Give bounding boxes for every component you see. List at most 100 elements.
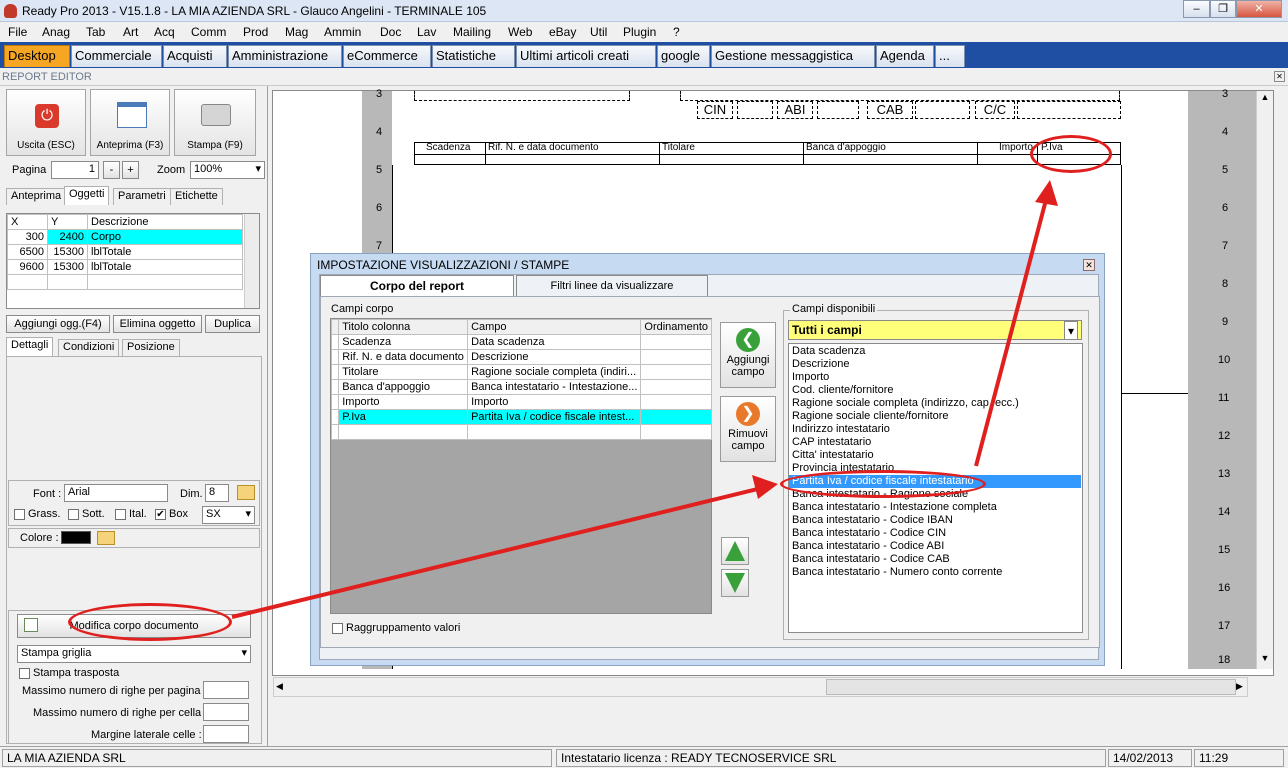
list-item[interactable]: Importo: [792, 371, 829, 384]
list-item[interactable]: Banca intestatario - Intestazione comple…: [792, 501, 997, 514]
menu-doc[interactable]: Doc: [380, 25, 401, 39]
tab-filtri-linee[interactable]: Filtri linee da visualizzare: [516, 275, 708, 297]
tab-acquisti[interactable]: Acquisti: [163, 45, 227, 67]
horizontal-scrollbar[interactable]: ◀ ▶: [273, 677, 1248, 697]
list-item[interactable]: Ragione sociale cliente/fornitore: [792, 410, 949, 423]
tab-condizioni[interactable]: Condizioni: [58, 339, 120, 356]
scroll-thumb[interactable]: [826, 679, 1236, 695]
menu-tab[interactable]: Tab: [86, 25, 105, 39]
tab-amministrazione[interactable]: Amministrazione: [228, 45, 342, 67]
print-button[interactable]: Stampa (F9): [174, 89, 256, 156]
table-row[interactable]: Scadenza Data scadenza: [330, 334, 712, 350]
max-rows-page-input[interactable]: [203, 681, 249, 699]
tab-statistiche[interactable]: Statistiche: [432, 45, 515, 67]
list-item[interactable]: Banca intestatario - Ragione sociale: [792, 488, 968, 501]
table-row[interactable]: 9600 15300 lblTotale: [7, 259, 243, 275]
minimize-icon[interactable]: –: [1183, 0, 1210, 18]
scroll-down-icon[interactable]: ▼: [1258, 653, 1272, 667]
scroll-up-icon[interactable]: ▲: [1258, 92, 1272, 106]
scroll-left-icon[interactable]: ◀: [276, 681, 283, 692]
menu-mag[interactable]: Mag: [285, 25, 308, 39]
tab-anteprima[interactable]: Anteprima: [6, 188, 67, 205]
list-item[interactable]: Cod. cliente/fornitore: [792, 384, 894, 397]
table-row[interactable]: 6500 15300 lblTotale: [7, 244, 243, 260]
bold-checkbox[interactable]: Grass.: [14, 508, 60, 520]
table-row[interactable]: [7, 274, 243, 290]
tab-etichette[interactable]: Etichette: [170, 188, 223, 205]
fields-filter-select[interactable]: Tutti i campi ▾: [788, 320, 1082, 340]
tab-more[interactable]: ...: [935, 45, 965, 67]
menu-comm[interactable]: Comm: [191, 25, 226, 39]
close-icon[interactable]: ✕: [1236, 0, 1282, 18]
box-checkbox[interactable]: ✔ Box: [155, 508, 188, 520]
tab-commerciale[interactable]: Commerciale: [71, 45, 162, 67]
side-margin-input[interactable]: [203, 725, 249, 743]
list-item[interactable]: Ragione sociale completa (indirizzo, cap…: [792, 397, 1019, 410]
add-field-button[interactable]: ❮ Aggiungi campo: [720, 322, 776, 388]
italic-checkbox[interactable]: Ital.: [115, 508, 147, 520]
tab-agenda[interactable]: Agenda: [876, 45, 934, 67]
list-item[interactable]: Provincia intestatario: [792, 462, 894, 475]
tab-google[interactable]: google: [657, 45, 710, 67]
delete-object-button[interactable]: Elimina oggetto: [113, 315, 202, 333]
tab-corpo-report[interactable]: Corpo del report: [320, 275, 514, 297]
menu-help[interactable]: ?: [673, 25, 680, 39]
table-row[interactable]: Banca d'appoggio Banca intestatario - Int…: [330, 379, 712, 395]
transposed-checkbox[interactable]: Stampa trasposta: [19, 667, 119, 679]
move-down-button[interactable]: [721, 569, 749, 597]
table-row[interactable]: [330, 424, 712, 440]
max-rows-cell-input[interactable]: [203, 703, 249, 721]
table-row[interactable]: P.Iva Partita Iva / codice fiscale intest…: [330, 409, 712, 425]
menu-art[interactable]: Art: [123, 25, 138, 39]
preview-button[interactable]: Anteprima (F3): [90, 89, 170, 156]
objects-scrollbar[interactable]: [244, 214, 259, 308]
vertical-scrollbar[interactable]: ▲ ▼: [1256, 91, 1273, 669]
menu-web[interactable]: Web: [508, 25, 532, 39]
page-minus-button[interactable]: -: [103, 161, 120, 179]
font-input[interactable]: Arial: [64, 484, 168, 502]
list-item[interactable]: Banca intestatario - Numero conto corren…: [792, 566, 1002, 579]
grid-print-select[interactable]: Stampa griglia ▾: [17, 645, 251, 663]
menu-ammin[interactable]: Ammin: [324, 25, 361, 39]
tab-oggetti[interactable]: Oggetti: [64, 186, 110, 205]
list-item[interactable]: Citta' intestatario: [792, 449, 874, 462]
menu-mailing[interactable]: Mailing: [453, 25, 491, 39]
tab-ecommerce[interactable]: eCommerce: [343, 45, 431, 67]
list-item[interactable]: Data scadenza: [792, 345, 865, 358]
folder-icon[interactable]: [97, 531, 115, 545]
list-item[interactable]: Indirizzo intestatario: [792, 423, 890, 436]
scroll-right-icon[interactable]: ▶: [1236, 681, 1243, 692]
menu-file[interactable]: File: [8, 25, 27, 39]
tab-messaggistica[interactable]: Gestione messaggistica: [711, 45, 875, 67]
menu-anag[interactable]: Anag: [42, 25, 70, 39]
underline-checkbox[interactable]: Sott.: [68, 508, 105, 520]
list-item[interactable]: Banca intestatario - Codice CIN: [792, 527, 946, 540]
dim-input[interactable]: 8: [205, 484, 229, 502]
list-item[interactable]: Descrizione: [792, 358, 849, 371]
table-row[interactable]: Rif. N. e data documento Descrizione: [330, 349, 712, 365]
close-icon[interactable]: ✕: [1083, 259, 1095, 271]
list-item[interactable]: CAP intestatario: [792, 436, 871, 449]
table-row[interactable]: 300 2400 Corpo: [7, 229, 243, 245]
menu-plugin[interactable]: Plugin: [623, 25, 656, 39]
menu-lav[interactable]: Lav: [417, 25, 436, 39]
group-values-checkbox[interactable]: Raggruppamento valori: [332, 622, 460, 634]
menu-util[interactable]: Util: [590, 25, 607, 39]
color-swatch[interactable]: [61, 531, 91, 544]
page-input[interactable]: 1: [51, 161, 99, 179]
remove-field-button[interactable]: ❯ Rimuovi campo: [720, 396, 776, 462]
restore-icon[interactable]: ❐: [1210, 0, 1236, 18]
list-item[interactable]: Banca intestatario - Codice CAB: [792, 553, 950, 566]
zoom-select[interactable]: 100% ▾: [190, 161, 265, 179]
list-item-selected[interactable]: Partita Iva / codice fiscale intestatari…: [789, 475, 1081, 488]
menu-ebay[interactable]: eBay: [549, 25, 576, 39]
exit-button[interactable]: ⏻ Uscita (ESC): [6, 89, 86, 156]
duplicate-button[interactable]: Duplica: [205, 315, 260, 333]
add-object-button[interactable]: Aggiungi ogg.(F4): [6, 315, 110, 333]
page-plus-button[interactable]: +: [122, 161, 139, 179]
tab-desktop[interactable]: Desktop: [4, 45, 70, 67]
folder-icon[interactable]: [237, 485, 255, 500]
table-row[interactable]: Importo Importo: [330, 394, 712, 410]
menu-acq[interactable]: Acq: [154, 25, 175, 39]
tab-posizione[interactable]: Posizione: [122, 339, 180, 356]
